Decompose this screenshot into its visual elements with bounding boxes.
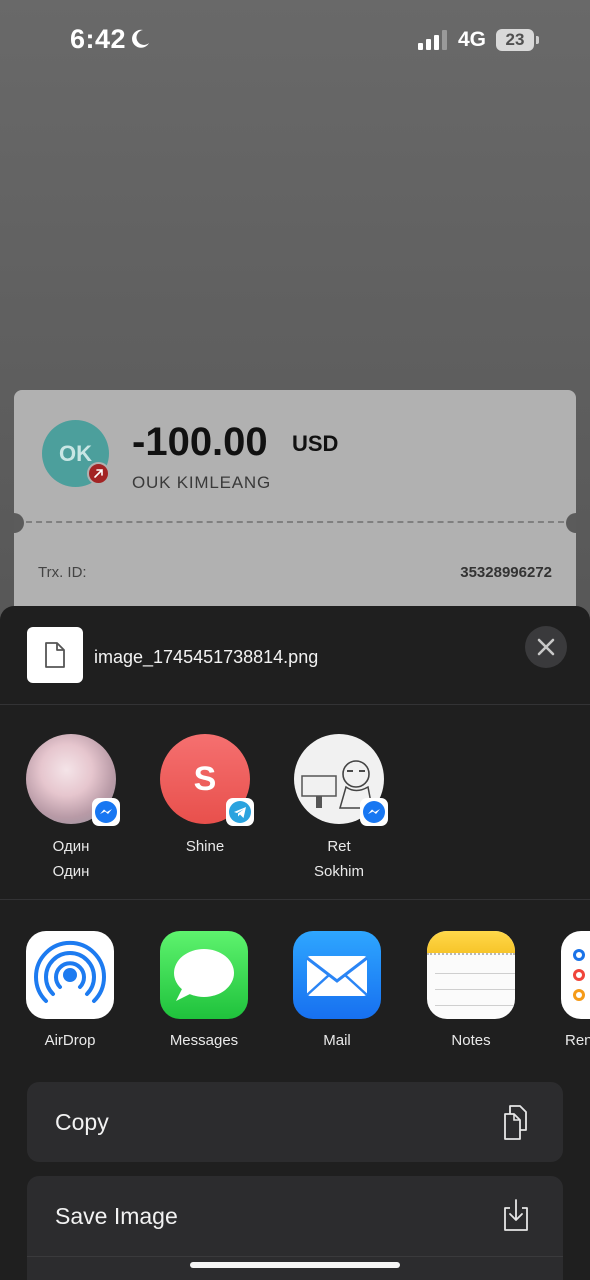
messenger-icon — [92, 798, 120, 826]
app-messages[interactable]: Messages — [144, 931, 264, 1049]
app-label: Ren — [565, 1032, 590, 1049]
app-label: Mail — [323, 1032, 351, 1049]
app-mail[interactable]: Mail — [277, 931, 397, 1049]
share-sheet: image_1745451738814.png Один Один S Shin… — [0, 606, 590, 1280]
battery-tip — [536, 36, 539, 44]
app-label: AirDrop — [44, 1032, 96, 1049]
app-label: Messages — [169, 1032, 239, 1049]
contact-name-line2: Один — [52, 863, 90, 880]
trx-id-value: 35328996272 — [460, 564, 552, 581]
contact-name-line1: Один — [52, 838, 90, 855]
contact-name-line2: Sokhim — [313, 863, 365, 880]
moon-icon — [132, 29, 149, 48]
copy-icon — [504, 1105, 527, 1140]
contact-avatar — [26, 734, 120, 826]
save-image-label: Save Image — [55, 1203, 178, 1229]
app-label: Notes — [451, 1032, 491, 1049]
transaction-currency: USD — [292, 431, 339, 456]
contact-name-line1: Ret — [327, 838, 351, 855]
divider — [0, 899, 590, 900]
contact-suggestion[interactable]: Ret Sokhim — [279, 734, 399, 884]
ticket-notch-left — [14, 513, 24, 533]
copy-action[interactable]: Copy — [27, 1082, 563, 1162]
contact-name-line1: Shine — [185, 838, 225, 855]
contact-avatar: S — [160, 734, 254, 826]
messages-icon — [160, 931, 248, 1019]
app-airdrop[interactable]: AirDrop — [10, 931, 130, 1049]
ticket-divider — [26, 521, 564, 523]
network-type: 4G — [458, 28, 487, 51]
ticket-notch-right — [566, 513, 576, 533]
home-indicator[interactable] — [190, 1262, 400, 1268]
save-image-icon — [504, 1199, 528, 1231]
divider — [0, 704, 590, 705]
airdrop-icon — [26, 931, 114, 1019]
contact-avatar — [294, 734, 388, 826]
contact-suggestion[interactable]: S Shine — [145, 734, 265, 859]
copy-label: Copy — [55, 1109, 109, 1135]
document-icon — [45, 642, 65, 668]
status-bar: 6:42 4G 23 — [0, 0, 590, 80]
file-name: image_1745451738814.png — [94, 647, 319, 667]
battery-icon: 23 — [496, 29, 534, 51]
signal-icon — [418, 30, 447, 50]
telegram-icon — [226, 798, 254, 826]
transaction-amount: -100.00 — [132, 420, 268, 464]
close-icon — [537, 638, 555, 656]
messenger-icon — [360, 798, 388, 826]
app-reminders[interactable]: Ren — [545, 931, 590, 1049]
outgoing-arrow-icon — [87, 462, 110, 485]
close-button[interactable] — [525, 626, 567, 668]
file-thumbnail — [27, 627, 83, 683]
status-time: 6:42 — [70, 24, 127, 54]
trx-id-label: Trx. ID: — [38, 564, 87, 581]
divider — [27, 1256, 563, 1257]
transaction-receipt: OK -100.00 USD OUK KIMLEANG Trx. ID: 353… — [14, 390, 576, 620]
notes-icon — [427, 931, 515, 1019]
recipient-name: OUK KIMLEANG — [132, 473, 272, 492]
mail-icon — [293, 931, 381, 1019]
contact-suggestion[interactable]: Один Один — [11, 734, 131, 884]
reminders-icon — [561, 931, 590, 1019]
app-notes[interactable]: Notes — [411, 931, 531, 1049]
